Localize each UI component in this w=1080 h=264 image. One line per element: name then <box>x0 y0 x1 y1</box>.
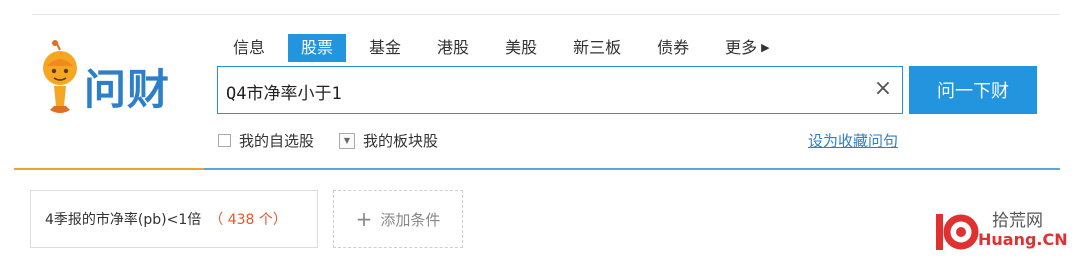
plus-icon: + <box>355 207 373 231</box>
logo-text: 问财 <box>84 65 171 114</box>
sector-label: 我的板块股 <box>363 132 439 150</box>
watchlist-checkbox[interactable] <box>218 134 231 147</box>
add-condition-button[interactable]: + 添加条件 <box>333 190 463 248</box>
tab-hk-stocks[interactable]: 港股 <box>424 34 482 62</box>
chevron-down-icon: ▼ <box>343 135 351 145</box>
watermark-logo-icon <box>936 214 979 250</box>
search-submit-button[interactable]: 问一下财 <box>909 66 1037 114</box>
triangle-right-icon: ▶ <box>761 41 770 54</box>
watermark-line2: Huang.CN <box>978 230 1068 249</box>
watermark-line1: 拾荒网 <box>992 211 1043 231</box>
tab-neeq[interactable]: 新三板 <box>560 34 634 62</box>
close-icon[interactable]: × <box>872 78 894 100</box>
category-tabs: 信息 股票 基金 港股 美股 新三板 债券 更多 ▶ <box>220 34 793 62</box>
watchlist-label: 我的自选股 <box>239 132 315 150</box>
favorite-query-link[interactable]: 设为收藏问句 <box>808 130 898 151</box>
search-box: × <box>217 66 903 115</box>
logo[interactable]: 问财 <box>40 40 190 120</box>
tab-news[interactable]: 信息 <box>220 34 278 62</box>
sector-dropdown[interactable]: ▼ <box>339 132 355 149</box>
watermark: 拾荒网 Huang.CN <box>930 206 1070 256</box>
sector-option: ▼ 我的板块股 <box>339 130 438 151</box>
top-border <box>32 14 1060 15</box>
watchlist-option: 我的自选股 <box>218 130 314 151</box>
add-condition-label: 添加条件 <box>380 210 441 229</box>
tab-us-stocks[interactable]: 美股 <box>492 34 550 62</box>
tab-bonds[interactable]: 债券 <box>644 34 702 62</box>
search-input[interactable] <box>224 67 868 115</box>
tab-more[interactable]: 更多 ▶ <box>712 34 782 62</box>
condition-text: 4季报的市净率(pb)<1倍 <box>45 212 202 228</box>
tab-more-label: 更多 <box>725 38 758 57</box>
condition-chip[interactable]: 4季报的市净率(pb)<1倍 （ 438 个） <box>30 190 318 248</box>
tab-stocks[interactable]: 股票 <box>288 34 347 62</box>
condition-count: （ 438 个） <box>209 212 287 228</box>
tab-funds[interactable]: 基金 <box>356 34 414 62</box>
mascot-icon <box>43 40 77 113</box>
divider-accent <box>14 168 204 170</box>
